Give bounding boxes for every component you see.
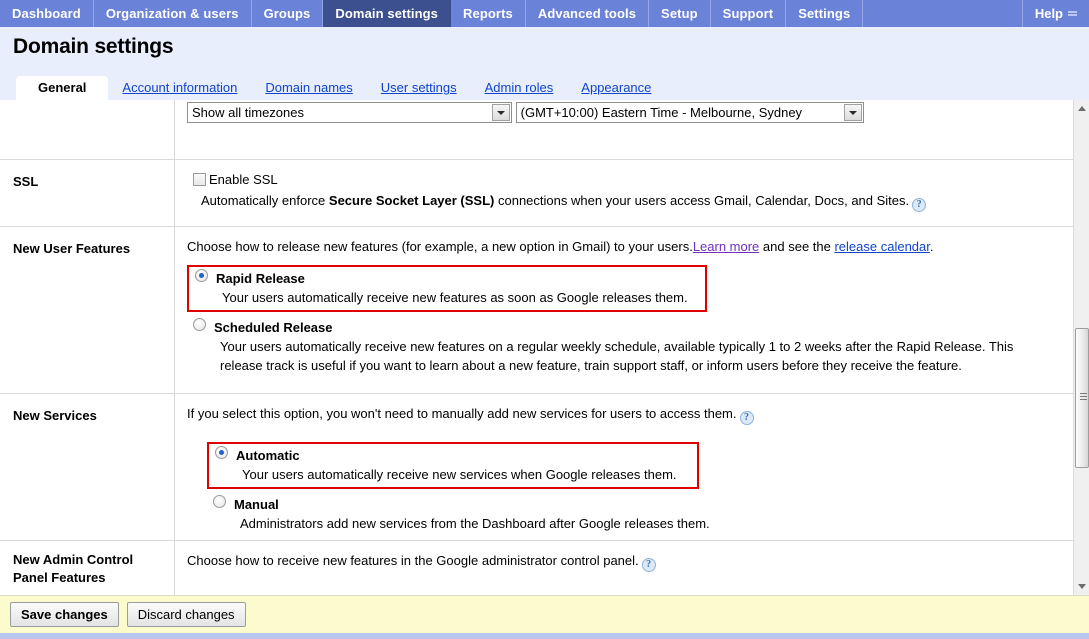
row-label-ssl: SSL: [0, 160, 175, 226]
manual-description: Administrators add new services from the…: [240, 516, 710, 531]
top-navigation-bar: Dashboard Organization & users Groups Do…: [0, 0, 1089, 27]
row-body-ssl: Enable SSL Automatically enforce Secure …: [175, 160, 1073, 226]
scroll-down-arrow-icon[interactable]: [1074, 578, 1089, 595]
scroll-up-arrow-icon[interactable]: [1074, 100, 1089, 117]
scrollbar-thumb[interactable]: [1075, 328, 1089, 468]
timezone-select[interactable]: (GMT+10:00) Eastern Time - Melbourne, Sy…: [515, 102, 864, 123]
tab-domain-names[interactable]: Domain names: [251, 76, 366, 100]
automatic-description: Your users automatically receive new ser…: [242, 467, 677, 482]
row-label-new-services: New Services: [0, 394, 175, 540]
question-mark-icon[interactable]: ?: [912, 198, 927, 212]
nav-item-support[interactable]: Support: [711, 0, 787, 27]
tab-admin-roles[interactable]: Admin roles: [471, 76, 568, 100]
dropdown-arrow-icon: [843, 104, 862, 121]
option-scheduled-release[interactable]: Scheduled Release Your users automatical…: [187, 316, 1061, 378]
question-mark-icon[interactable]: ?: [739, 411, 754, 425]
option-automatic[interactable]: Automatic Your users automatically recei…: [207, 442, 699, 489]
ssl-description-pre: Automatically enforce: [201, 193, 329, 208]
new-user-features-description: Choose how to release new features (for …: [187, 237, 1061, 256]
nav-item-settings[interactable]: Settings: [786, 0, 864, 27]
page-header-band: Domain settings General Account informat…: [0, 27, 1089, 100]
tab-appearance[interactable]: Appearance: [567, 76, 665, 100]
manual-radio[interactable]: [213, 495, 226, 508]
timezone-value: (GMT+10:00) Eastern Time - Melbourne, Sy…: [520, 105, 803, 120]
settings-row-timezone: Show all timezones (GMT+10:00) Eastern T…: [0, 100, 1073, 160]
nuf-desc-post: .: [929, 239, 934, 254]
row-label-timezone: [0, 100, 175, 159]
option-manual-header: Manual: [207, 493, 1061, 514]
save-changes-button[interactable]: Save changes: [10, 602, 119, 627]
dropdown-arrow-icon: [492, 104, 510, 121]
nav-help-menu[interactable]: Help: [1023, 0, 1089, 27]
nav-item-organization-users[interactable]: Organization & users: [94, 0, 252, 27]
settings-row-new-user-features: New User Features Choose how to release …: [0, 227, 1073, 394]
option-rapid-release[interactable]: Rapid Release Your users automatically r…: [187, 265, 707, 312]
ssl-description-post: connections when your users access Gmail…: [494, 193, 910, 208]
rapid-release-radio[interactable]: [195, 269, 208, 282]
enable-ssl-checkbox[interactable]: [193, 173, 206, 186]
tab-general[interactable]: General: [16, 76, 109, 100]
nav-item-advanced-tools[interactable]: Advanced tools: [526, 0, 650, 27]
nav-item-dashboard[interactable]: Dashboard: [0, 0, 94, 27]
tab-account-information[interactable]: Account information: [108, 76, 251, 100]
page-title: Domain settings: [13, 35, 174, 58]
scheduled-release-description: Your users automatically receive new fea…: [220, 339, 1014, 373]
new-admin-description-text: Choose how to receive new features in th…: [187, 553, 639, 568]
enable-ssl-label: Enable SSL: [209, 172, 278, 187]
new-services-description: If you select this option, you won't nee…: [187, 404, 1061, 425]
learn-more-link[interactable]: Learn more: [693, 239, 759, 254]
scrollbar-grip-icon: [1080, 393, 1087, 402]
new-admin-description: Choose how to receive new features in th…: [187, 551, 1061, 572]
ssl-description-bold: Secure Socket Layer (SSL): [328, 193, 495, 208]
automatic-title: Automatic: [236, 448, 300, 463]
option-manual[interactable]: Manual Administrators add new services f…: [207, 493, 1061, 536]
settings-row-new-services: New Services If you select this option, …: [0, 394, 1073, 541]
vertical-scrollbar[interactable]: [1073, 100, 1089, 595]
sub-tab-strip: General Account information Domain names…: [16, 75, 665, 100]
nav-help-label: Help: [1034, 6, 1063, 21]
question-mark-icon[interactable]: ?: [641, 558, 656, 572]
settings-row-ssl: SSL Enable SSL Automatically enforce Sec…: [0, 160, 1073, 227]
nav-item-domain-settings[interactable]: Domain settings: [323, 0, 452, 27]
rapid-release-description: Your users automatically receive new fea…: [222, 290, 688, 305]
nuf-desc-mid: and see the: [759, 239, 835, 254]
nav-item-reports[interactable]: Reports: [451, 0, 526, 27]
scheduled-release-title: Scheduled Release: [214, 320, 333, 335]
nav-item-groups[interactable]: Groups: [252, 0, 324, 27]
row-body-timezone: Show all timezones (GMT+10:00) Eastern T…: [175, 100, 1073, 159]
row-body-new-services: If you select this option, you won't nee…: [175, 394, 1073, 540]
ssl-description: Automatically enforce Secure Socket Laye…: [187, 191, 1061, 212]
option-scheduled-release-header: Scheduled Release: [187, 316, 1061, 337]
action-footer-bar: Save changes Discard changes: [0, 595, 1089, 633]
nav-spacer: [863, 0, 1023, 27]
row-body-new-user-features: Choose how to release new features (for …: [175, 227, 1073, 393]
row-body-new-admin-control-panel-features: Choose how to receive new features in th…: [175, 541, 1073, 595]
timezone-filter-value: Show all timezones: [192, 105, 304, 120]
discard-changes-button[interactable]: Discard changes: [126, 602, 246, 627]
new-services-description-text: If you select this option, you won't nee…: [187, 406, 737, 421]
scheduled-release-radio[interactable]: [193, 318, 206, 331]
automatic-radio[interactable]: [215, 446, 228, 459]
nuf-desc-pre: Choose how to release new features (for …: [187, 239, 693, 254]
bottom-strip: [0, 633, 1089, 639]
rapid-release-title: Rapid Release: [216, 271, 305, 286]
option-rapid-release-header: Rapid Release: [189, 267, 705, 288]
settings-content-area: Show all timezones (GMT+10:00) Eastern T…: [0, 100, 1073, 595]
settings-row-new-admin-control-panel-features: New Admin Control Panel Features Choose …: [0, 541, 1073, 595]
chevron-down-icon: [1068, 10, 1077, 19]
nav-item-setup[interactable]: Setup: [649, 0, 711, 27]
row-label-new-user-features: New User Features: [0, 227, 175, 393]
option-automatic-header: Automatic: [209, 444, 697, 465]
timezone-filter-select[interactable]: Show all timezones: [187, 102, 512, 123]
manual-title: Manual: [234, 497, 279, 512]
tab-user-settings[interactable]: User settings: [367, 76, 471, 100]
row-label-new-admin-control-panel-features: New Admin Control Panel Features: [0, 541, 175, 595]
release-calendar-link[interactable]: release calendar: [834, 239, 929, 254]
